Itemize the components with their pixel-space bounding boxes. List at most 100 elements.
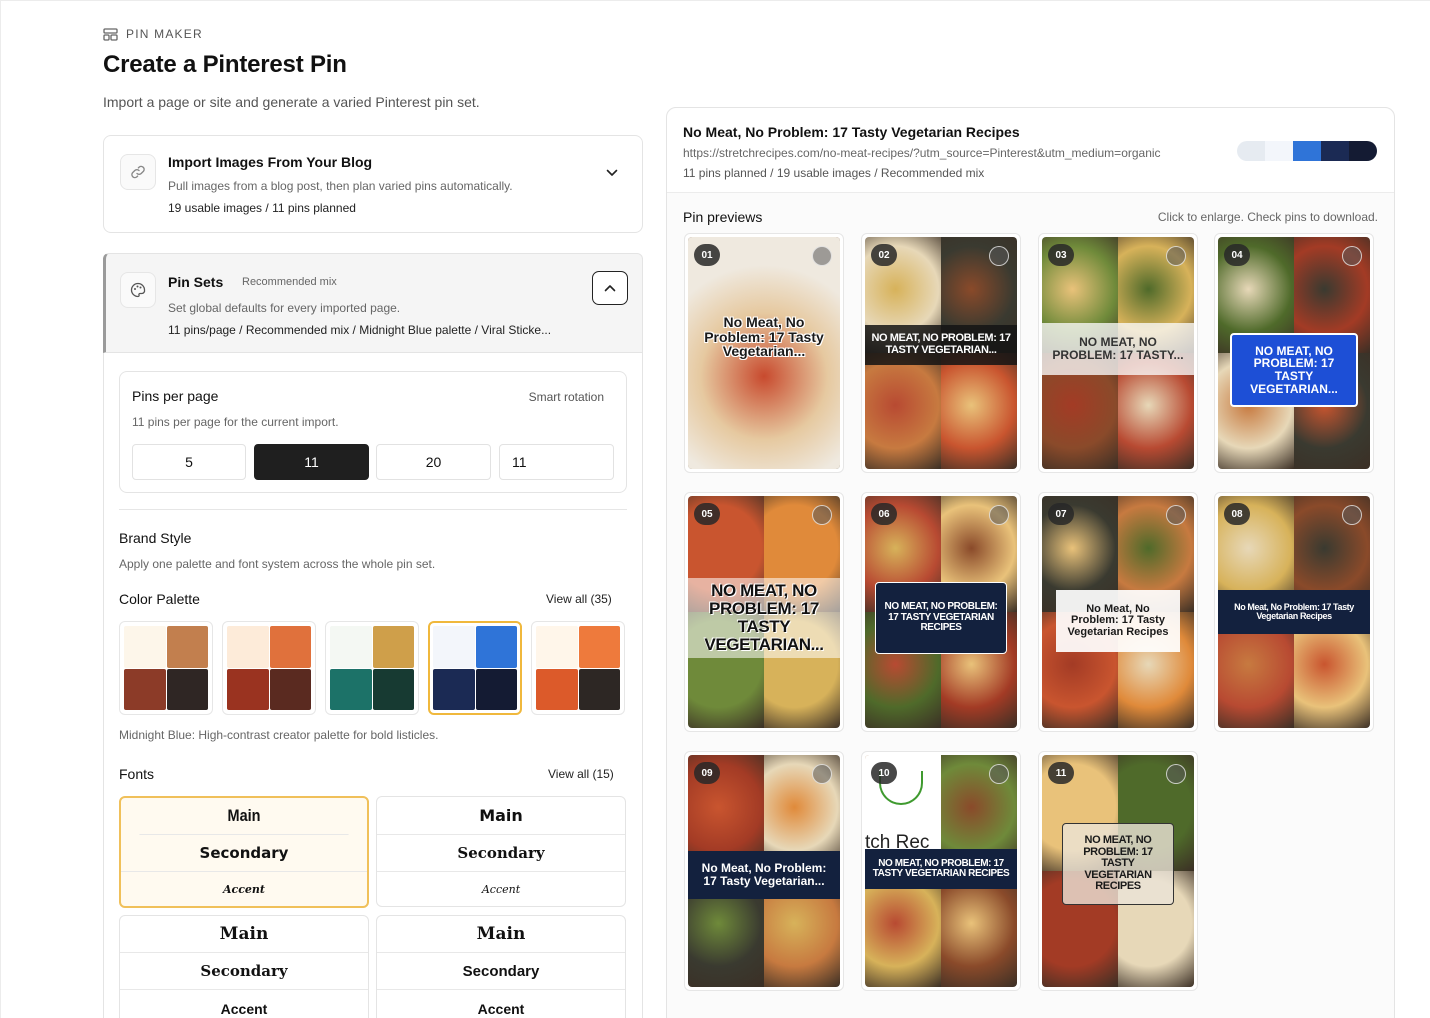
pin-select-checkbox[interactable] — [989, 505, 1009, 525]
section-divider — [119, 509, 627, 510]
preview-title: No Meat, No Problem: 17 Tasty Vegetarian… — [683, 124, 1020, 140]
pin-title-overlay: NO MEAT, NO PROBLEM: 17 TASTY VEGETARIAN… — [1062, 823, 1174, 905]
palette-color-chip — [227, 668, 269, 710]
preview-header: No Meat, No Problem: 17 Tasty Vegetarian… — [667, 108, 1394, 193]
custom-pins-input[interactable]: 11 — [499, 444, 614, 480]
palette-bar-segment — [1321, 141, 1349, 161]
fonts-view-all-link[interactable]: View all (15) — [548, 767, 614, 781]
pin-sets-meta: 11 pins/page / Recommended mix / Midnigh… — [168, 323, 552, 337]
pin-preview-09[interactable]: No Meat, No Problem: 17 Tasty Vegetarian… — [684, 751, 844, 991]
pin-preview-03[interactable]: NO MEAT, NO PROBLEM: 17 TASTY... 03 — [1038, 233, 1198, 473]
palette-swatch-2[interactable] — [222, 621, 316, 715]
palette-bar-segment — [1265, 141, 1293, 161]
font-accent: Accent — [220, 1000, 268, 1017]
palette-color-chip — [433, 626, 475, 668]
palette-icon — [120, 272, 156, 308]
palette-color-chip — [269, 668, 311, 710]
pin-title-overlay: No Meat, No Problem: 17 Tasty Vegetarian… — [1218, 590, 1370, 634]
font-set-3[interactable]: Main Secondary Accent — [119, 915, 369, 1018]
food-photo-tile — [941, 353, 1017, 469]
link-icon — [120, 154, 156, 190]
pin-select-checkbox[interactable] — [812, 764, 832, 784]
palette-swatch-3[interactable] — [325, 621, 419, 715]
pin-select-checkbox[interactable] — [1166, 505, 1186, 525]
chevron-down-icon[interactable] — [606, 164, 618, 180]
palette-color-chip — [166, 626, 208, 668]
pin-preview-06[interactable]: NO MEAT, NO PROBLEM: 17 TASTY VEGETARIAN… — [861, 492, 1021, 732]
page-title: Create a Pinterest Pin — [103, 51, 347, 78]
pins-option-5[interactable]: 5 — [132, 444, 246, 480]
font-secondary: Secondary — [121, 835, 367, 872]
smart-rotation-tag: Smart rotation — [528, 390, 604, 404]
pin-number-badge: 01 — [694, 244, 720, 266]
font-main: Main — [120, 916, 368, 953]
pin-select-checkbox[interactable] — [1166, 246, 1186, 266]
pin-select-checkbox[interactable] — [812, 505, 832, 525]
pin-image: NO MEAT, NO PROBLEM: 17 TASTY VEGETARIAN… — [865, 237, 1017, 469]
pin-preview-08[interactable]: No Meat, No Problem: 17 Tasty Vegetarian… — [1214, 492, 1374, 732]
palette-swatch-1[interactable] — [119, 621, 213, 715]
import-card-title: Import Images From Your Blog — [168, 154, 373, 170]
font-accent: Accent — [481, 882, 521, 896]
preview-url[interactable]: https://stretchrecipes.com/no-meat-recip… — [683, 146, 1161, 160]
palette-color-chip — [124, 668, 166, 710]
import-images-card[interactable]: Import Images From Your Blog Pull images… — [103, 135, 643, 233]
pin-sets-title: Pin Sets — [168, 274, 224, 290]
font-set-1[interactable]: Main Secondary Accent — [119, 796, 369, 908]
palette-bar-segment — [1349, 141, 1377, 161]
palette-view-all-link[interactable]: View all (35) — [546, 592, 612, 606]
font-secondary: Secondary — [377, 953, 625, 990]
pin-preview-05[interactable]: NO MEAT, NO PROBLEM: 17 TASTY VEGETARIAN… — [684, 492, 844, 732]
font-accent: Accent — [222, 882, 265, 896]
pin-title-overlay: No Meat, No Problem: 17 Tasty Vegetarian… — [1056, 590, 1180, 652]
font-set-4[interactable]: Main Secondary Accent — [376, 915, 626, 1018]
import-card-meta: 19 usable images / 11 pins planned — [168, 201, 356, 215]
pin-select-checkbox[interactable] — [989, 246, 1009, 266]
pin-select-checkbox[interactable] — [812, 246, 832, 266]
font-set-2[interactable]: Main Secondary Accent — [376, 796, 626, 907]
pin-select-checkbox[interactable] — [1342, 505, 1362, 525]
layout-icon — [103, 27, 118, 41]
pins-option-20[interactable]: 20 — [376, 444, 491, 480]
palette-color-chip — [475, 626, 517, 668]
chevron-up-icon — [604, 285, 616, 292]
pin-preview-04[interactable]: NO MEAT, NO PROBLEM: 17 TASTY VEGETARIAN… — [1214, 233, 1374, 473]
palette-swatch-5[interactable] — [531, 621, 625, 715]
palette-color-chip — [372, 668, 414, 710]
palette-bar-segment — [1237, 141, 1265, 161]
pin-sets-card[interactable]: Pin Sets Recommended mix Set global defa… — [103, 253, 643, 353]
pin-select-checkbox[interactable] — [1166, 764, 1186, 784]
pin-preview-11[interactable]: NO MEAT, NO PROBLEM: 17 TASTY VEGETARIAN… — [1038, 751, 1198, 991]
page-subtitle: Import a page or site and generate a var… — [103, 94, 480, 110]
pin-title-overlay: NO MEAT, NO PROBLEM: 17 TASTY... — [1042, 323, 1194, 375]
pin-number-badge: 04 — [1224, 244, 1250, 266]
pin-preview-10[interactable]: tch Rec NO MEAT, NO PROBLEM: 17 TASTY VEG… — [861, 751, 1021, 991]
pins-per-page-description: 11 pins per page for the current import. — [132, 415, 339, 429]
pin-select-checkbox[interactable] — [989, 764, 1009, 784]
palette-color-chip — [330, 626, 372, 668]
palette-color-chip — [269, 626, 311, 668]
pin-select-checkbox[interactable] — [1342, 246, 1362, 266]
pin-preview-07[interactable]: No Meat, No Problem: 17 Tasty Vegetarian… — [1038, 492, 1198, 732]
pin-preview-02[interactable]: NO MEAT, NO PROBLEM: 17 TASTY VEGETARIAN… — [861, 233, 1021, 473]
pin-previews-hint: Click to enlarge. Check pins to download… — [1157, 210, 1378, 224]
pin-number-badge: 06 — [871, 503, 897, 525]
brand-style-description: Apply one palette and font system across… — [119, 557, 436, 571]
pin-number-badge: 02 — [871, 244, 897, 266]
fonts-title: Fonts — [119, 766, 155, 782]
pin-image: NO MEAT, NO PROBLEM: 17 TASTY VEGETARIAN… — [865, 496, 1017, 728]
pin-sets-description: Set global defaults for every imported p… — [168, 301, 401, 315]
pins-option-11[interactable]: 11 — [254, 444, 369, 480]
pin-preview-01[interactable]: No Meat, No Problem: 17 Tasty Vegetarian… — [684, 233, 844, 473]
page-eyebrow: PIN MAKER — [103, 27, 203, 41]
brand-style-title: Brand Style — [119, 530, 192, 546]
palette-preview-bar — [1237, 141, 1377, 161]
collapse-button[interactable] — [592, 271, 628, 305]
pin-number-badge: 05 — [694, 503, 720, 525]
palette-color-chip — [372, 626, 414, 668]
palette-swatch-4[interactable] — [428, 621, 522, 715]
palette-color-chip — [536, 626, 578, 668]
palette-color-chip — [536, 668, 578, 710]
pin-image: tch Rec NO MEAT, NO PROBLEM: 17 TASTY VEG… — [865, 755, 1017, 987]
pin-image: NO MEAT, NO PROBLEM: 17 TASTY... 03 — [1042, 237, 1194, 469]
